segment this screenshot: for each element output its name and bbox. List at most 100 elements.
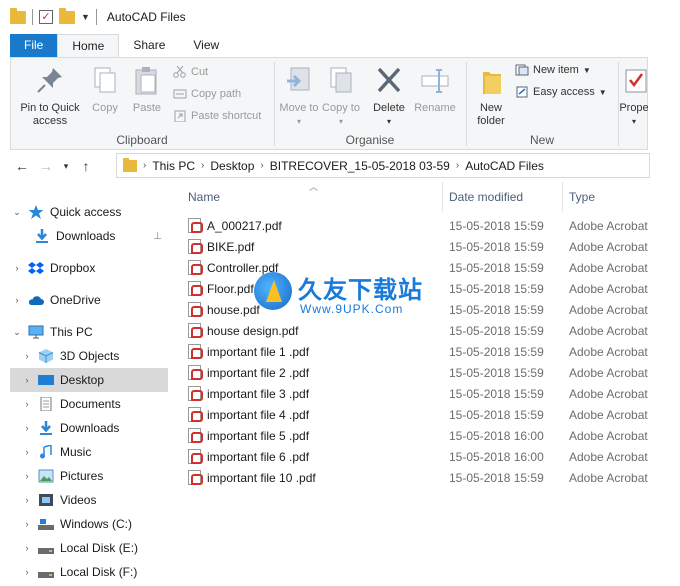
cut-label: Cut	[191, 66, 209, 78]
move-to-button[interactable]: Move to ▾	[279, 64, 319, 128]
file-row[interactable]: important file 2 .pdf 15-05-2018 15:59 A…	[180, 362, 680, 383]
tab-home[interactable]: Home	[57, 34, 120, 58]
file-row[interactable]: BIKE.pdf 15-05-2018 15:59 Adobe Acrobat	[180, 236, 680, 257]
file-row[interactable]: important file 6 .pdf 15-05-2018 16:00 A…	[180, 446, 680, 467]
file-name: A_000217.pdf	[207, 218, 282, 233]
up-arrow-icon[interactable]: ↑	[74, 158, 98, 174]
column-header-date[interactable]: Date modified	[449, 180, 559, 214]
chevron-right-icon[interactable]: ›	[20, 447, 34, 457]
paste-shortcut-button[interactable]: Paste shortcut	[173, 110, 261, 123]
copy-path-button[interactable]: Copy path	[173, 88, 241, 100]
new-folder-button[interactable]: New folder	[471, 64, 511, 128]
nav-item-local-disk-f[interactable]: › Local Disk (F:)	[10, 560, 168, 584]
chevron-right-icon[interactable]: ›	[10, 295, 24, 305]
nav-item-downloads-pinned[interactable]: Downloads ⊥	[10, 224, 168, 248]
drive-icon	[38, 541, 54, 555]
chevron-down-icon[interactable]: ⌄	[10, 327, 24, 338]
breadcrumb-separator-icon[interactable]: ›	[456, 160, 459, 171]
column-header-type[interactable]: Type	[569, 180, 669, 214]
chevron-down-icon[interactable]: ⌄	[10, 207, 24, 218]
file-row[interactable]: important file 10 .pdf 15-05-2018 15:59 …	[180, 467, 680, 488]
nav-item-pictures[interactable]: › Pictures	[10, 464, 168, 488]
nav-item-onedrive[interactable]: › OneDrive	[10, 288, 168, 312]
breadcrumb-separator-icon[interactable]: ›	[143, 160, 146, 171]
file-row[interactable]: important file 1 .pdf 15-05-2018 15:59 A…	[180, 341, 680, 362]
cut-button[interactable]: Cut	[173, 65, 209, 78]
nav-item-music[interactable]: › Music	[10, 440, 168, 464]
tab-view[interactable]: View	[179, 34, 233, 58]
file-type: Adobe Acrobat	[569, 407, 648, 422]
nav-item-label: OneDrive	[50, 293, 101, 307]
tab-share[interactable]: Share	[119, 34, 179, 58]
nav-item-videos[interactable]: › Videos	[10, 488, 168, 512]
rename-button[interactable]: Rename	[413, 64, 457, 115]
column-divider[interactable]	[442, 182, 443, 212]
file-date: 15-05-2018 15:59	[449, 260, 544, 275]
chevron-right-icon[interactable]: ›	[20, 399, 34, 409]
file-row[interactable]: important file 3 .pdf 15-05-2018 15:59 A…	[180, 383, 680, 404]
pin-icon[interactable]: ⊥	[153, 231, 162, 242]
chevron-right-icon[interactable]: ›	[20, 423, 34, 433]
column-header-name[interactable]: Name	[188, 180, 442, 214]
file-row[interactable]: A_000217.pdf 15-05-2018 15:59 Adobe Acro…	[180, 215, 680, 236]
file-row[interactable]: important file 4 .pdf 15-05-2018 15:59 A…	[180, 404, 680, 425]
nav-item-downloads[interactable]: › Downloads	[10, 416, 168, 440]
properties-quick-icon[interactable]: ✓	[39, 10, 53, 24]
column-divider[interactable]	[562, 182, 563, 212]
nav-item-this-pc[interactable]: ⌄ This PC	[10, 320, 168, 344]
file-date: 15-05-2018 15:59	[449, 302, 544, 317]
delete-button[interactable]: Delete ▾	[367, 64, 411, 128]
chevron-right-icon[interactable]: ›	[20, 351, 34, 361]
file-date: 15-05-2018 15:59	[449, 218, 544, 233]
recent-locations-icon[interactable]: ▾	[58, 161, 74, 172]
chevron-right-icon[interactable]: ›	[20, 567, 34, 577]
file-type: Adobe Acrobat	[569, 239, 648, 254]
forward-arrow-icon[interactable]: →	[34, 158, 58, 174]
nav-item-windows-c[interactable]: › Windows (C:)	[10, 512, 168, 536]
properties-button[interactable]: Prope ▾	[619, 64, 649, 128]
document-icon	[38, 396, 54, 412]
breadcrumb-separator-icon[interactable]: ›	[260, 160, 263, 171]
breadcrumb-desktop[interactable]: Desktop	[210, 159, 254, 173]
ribbon: Pin to Quick access Copy Paste Cut Copy …	[10, 57, 649, 150]
paste-button[interactable]: Paste	[127, 64, 167, 115]
pdf-file-icon	[188, 344, 203, 359]
pdf-file-icon	[188, 281, 203, 296]
breadcrumb-autocad-files[interactable]: AutoCAD Files	[465, 159, 544, 173]
new-item-button[interactable]: New item ▼	[515, 64, 591, 76]
chevron-right-icon[interactable]: ›	[20, 519, 34, 529]
chevron-down-icon[interactable]: ▼	[81, 12, 90, 22]
copy-icon	[89, 64, 121, 98]
new-folder-quick-icon[interactable]	[59, 7, 75, 24]
nav-item-label: Pictures	[60, 469, 104, 483]
file-row[interactable]: important file 5 .pdf 15-05-2018 16:00 A…	[180, 425, 680, 446]
chevron-right-icon[interactable]: ›	[20, 471, 34, 481]
nav-item-documents[interactable]: › Documents	[10, 392, 168, 416]
copy-to-button[interactable]: Copy to ▾	[321, 64, 361, 128]
copy-button[interactable]: Copy	[87, 64, 123, 115]
breadcrumb-separator-icon[interactable]: ›	[201, 160, 204, 171]
organise-group: Move to ▾ Copy to ▾ Delete ▾ Rename Orga…	[275, 58, 465, 150]
window-title: AutoCAD Files	[106, 10, 186, 24]
nav-item-label: Documents	[60, 397, 121, 411]
pin-to-quick-access-button[interactable]: Pin to Quick access	[15, 64, 85, 128]
chevron-right-icon[interactable]: ›	[10, 263, 24, 273]
organise-group-label: Organise	[345, 133, 395, 147]
address-bar[interactable]: › This PC › Desktop › BITRECOVER_15-05-2…	[116, 153, 650, 178]
watermark-title: 久友下载站	[298, 276, 423, 304]
breadcrumb-bitrecover[interactable]: BITRECOVER_15-05-2018 03-59	[270, 159, 450, 173]
tab-file[interactable]: File	[10, 34, 58, 58]
chevron-right-icon[interactable]: ›	[20, 495, 34, 505]
back-arrow-icon[interactable]: ←	[10, 158, 34, 174]
divider	[95, 9, 97, 25]
chevron-right-icon[interactable]: ›	[20, 375, 34, 385]
nav-item-quick-access[interactable]: ⌄ Quick access	[10, 200, 168, 224]
nav-item-dropbox[interactable]: › Dropbox	[10, 256, 168, 280]
chevron-right-icon[interactable]: ›	[20, 543, 34, 553]
file-date: 15-05-2018 15:59	[449, 323, 544, 338]
nav-item-3d-objects[interactable]: › 3D Objects	[10, 344, 168, 368]
easy-access-button[interactable]: Easy access ▼	[515, 86, 607, 98]
nav-item-desktop[interactable]: › Desktop	[10, 368, 168, 392]
nav-item-local-disk-e[interactable]: › Local Disk (E:)	[10, 536, 168, 560]
breadcrumb-this-pc[interactable]: This PC	[152, 159, 195, 173]
